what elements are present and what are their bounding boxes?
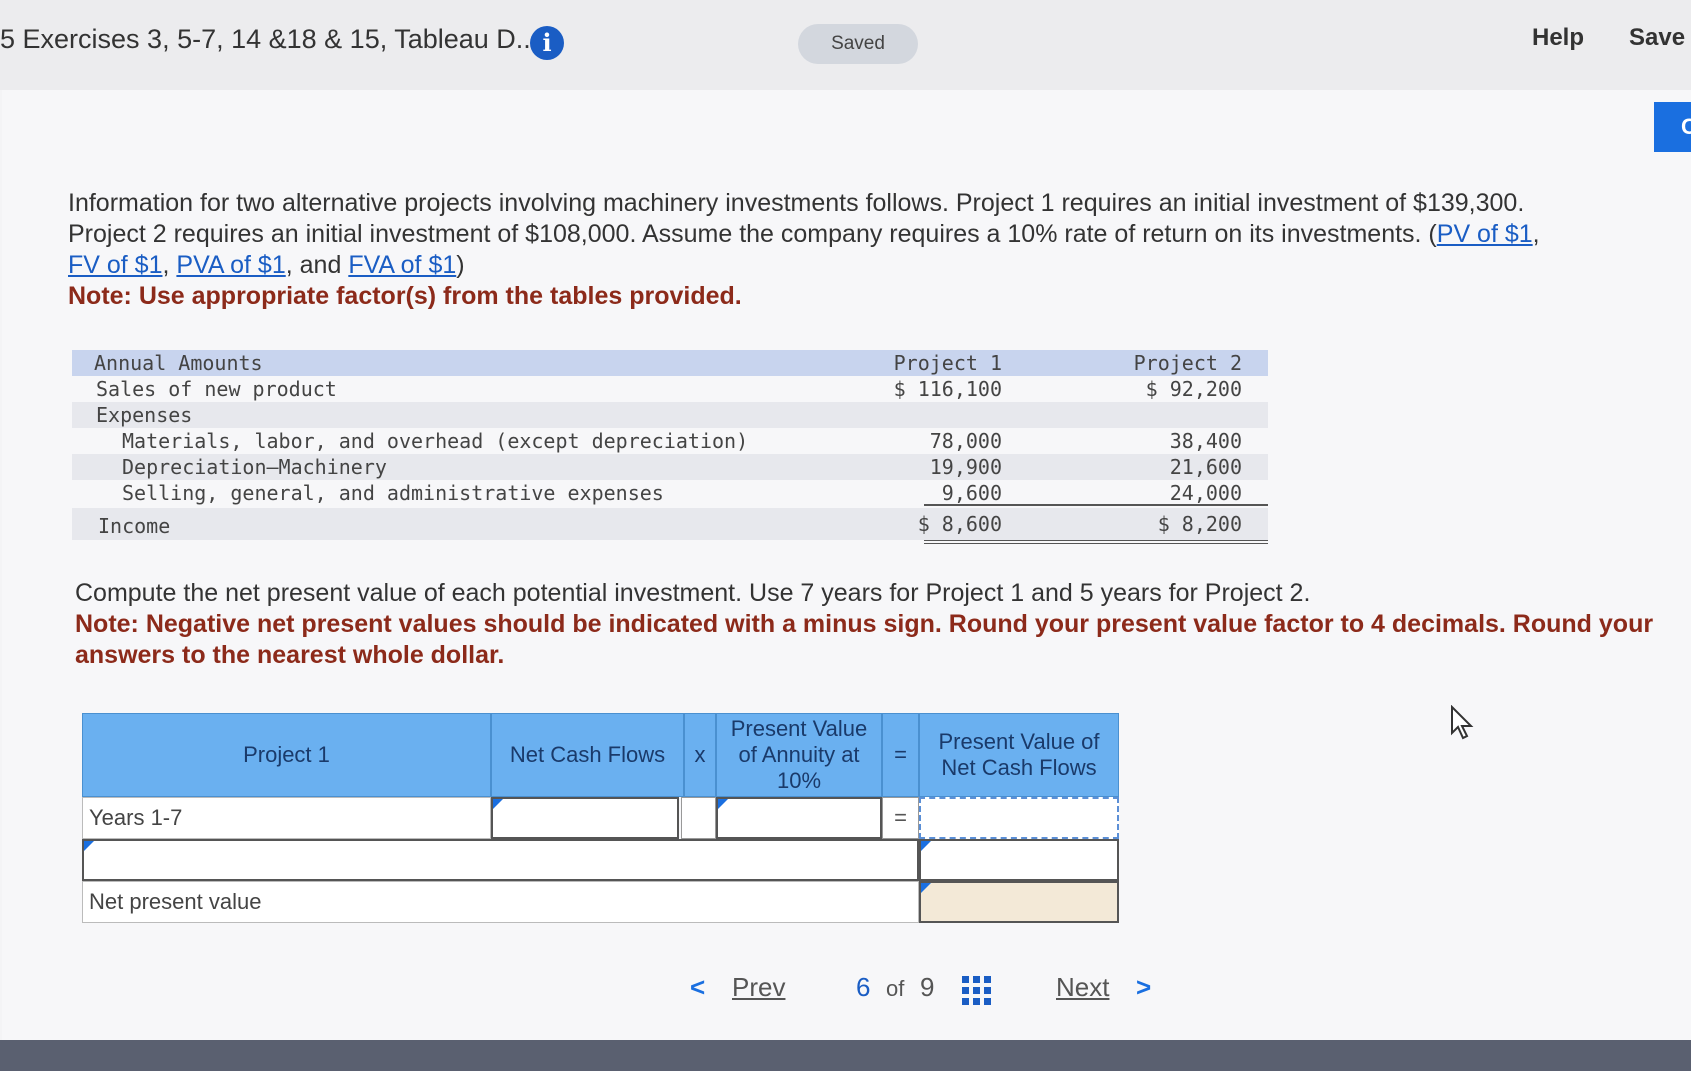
- fva-of-1-link[interactable]: FVA of $1: [348, 251, 456, 279]
- net-present-value-label: Net present value: [82, 881, 919, 923]
- row-2-value-input[interactable]: [919, 839, 1119, 881]
- intro-text-1: Information for two alternative projects…: [68, 189, 1525, 217]
- project-2-header: Project 2: [1133, 351, 1242, 375]
- blank-cell: [681, 797, 716, 839]
- rounding-note: Note: Negative net present values should…: [75, 610, 1654, 669]
- row-label: Income: [98, 514, 171, 538]
- input-marker: [921, 841, 931, 851]
- table-row: Depreciation—Machinery 19,900 21,600: [72, 454, 1268, 480]
- net-present-value-input[interactable]: [919, 881, 1119, 923]
- project-2-value: $ 8,200: [1157, 512, 1242, 536]
- row-label: Depreciation—Machinery: [122, 455, 387, 479]
- project-1-value: 9,600: [941, 481, 1002, 505]
- years-1-7-label: Years 1-7: [82, 797, 491, 839]
- table-row: Selling, general, and administrative exp…: [72, 480, 1268, 506]
- question-text: Compute the net present value of each po…: [75, 579, 1311, 607]
- input-marker: [493, 799, 503, 809]
- npv-question: Compute the net present value of each po…: [75, 578, 1675, 671]
- fv-of-1-link[interactable]: FV of $1: [68, 251, 163, 279]
- row-label: Sales of new product: [96, 377, 337, 401]
- input-marker: [718, 799, 728, 809]
- row-2-label-input[interactable]: [82, 839, 919, 881]
- separator-text: , and: [285, 251, 349, 279]
- check-my-work-tab[interactable]: C: [1654, 102, 1691, 152]
- total-pages: 9: [920, 972, 935, 1002]
- project-2-value: 21,600: [1169, 455, 1242, 479]
- table-row: Income $ 8,600 $ 8,200: [72, 508, 1268, 540]
- separator-text: ): [456, 251, 465, 279]
- project-1-header: Project 1: [893, 351, 1002, 375]
- project-1-value: 78,000: [929, 429, 1002, 453]
- total-double-rule: [924, 540, 1268, 544]
- project-2-value: $ 92,200: [1145, 377, 1242, 401]
- table-row: Materials, labor, and overhead (except d…: [72, 428, 1268, 454]
- project-1-header-cell: Project 1: [82, 713, 491, 797]
- table-row: Sales of new product $ 116,100 $ 92,200: [72, 376, 1268, 402]
- project-2-value: 38,400: [1169, 429, 1242, 453]
- prev-button[interactable]: Prev: [732, 972, 785, 1003]
- net-cash-flows-input[interactable]: [491, 797, 679, 839]
- save-button[interactable]: Save: [1629, 24, 1685, 52]
- input-marker: [921, 883, 931, 893]
- pv-of-1-link[interactable]: PV of $1: [1437, 220, 1533, 248]
- chevron-left-icon[interactable]: <: [690, 972, 705, 1003]
- row-label: Expenses: [96, 403, 193, 427]
- net-cash-flows-header: Net Cash Flows: [491, 713, 684, 797]
- info-icon[interactable]: i: [530, 26, 564, 60]
- input-marker: [84, 841, 94, 851]
- assignment-title: 5 Exercises 3, 5-7, 14 &18 & 15, Tableau…: [0, 24, 539, 54]
- pv-net-cash-flows-output[interactable]: [919, 797, 1119, 839]
- intro-text-2: Project 2 requires an initial investment…: [68, 220, 1437, 248]
- project-1-value: $ 8,600: [917, 512, 1002, 536]
- equals-symbol: =: [882, 713, 919, 797]
- top-bar: 5 Exercises 3, 5-7, 14 &18 & 15, Tableau…: [0, 0, 1691, 90]
- factor-note: Note: Use appropriate factor(s) from the…: [68, 282, 742, 310]
- separator-text: ,: [162, 251, 177, 279]
- project-2-value: 24,000: [1169, 481, 1242, 505]
- annual-amounts-header: Annual Amounts: [94, 351, 263, 375]
- annual-amounts-table: Annual Amounts Project 1 Project 2 Sales…: [72, 350, 1268, 540]
- grid-icon[interactable]: [962, 976, 992, 1006]
- pva-of-1-link[interactable]: PVA of $1: [176, 251, 285, 279]
- table-row: Expenses: [72, 402, 1268, 428]
- project-1-value: 19,900: [929, 455, 1002, 479]
- subtotal-rule: [924, 504, 1268, 506]
- separator-text: ,: [1532, 220, 1540, 248]
- chevron-right-icon[interactable]: >: [1136, 972, 1151, 1003]
- problem-intro: Information for two alternative projects…: [68, 188, 1668, 312]
- os-taskbar: [0, 1040, 1691, 1071]
- project-1-value: $ 116,100: [893, 377, 1002, 401]
- saved-status-badge: Saved: [798, 24, 918, 64]
- pv-annuity-factor-header: Present Value of Annuity at 10%: [716, 713, 882, 797]
- help-button[interactable]: Help: [1532, 24, 1584, 52]
- times-symbol: x: [684, 713, 716, 797]
- current-page: 6: [856, 972, 871, 1002]
- pv-factor-input[interactable]: [716, 797, 882, 839]
- equals-symbol: =: [882, 797, 919, 839]
- next-button[interactable]: Next: [1056, 972, 1109, 1003]
- row-label: Materials, labor, and overhead (except d…: [122, 429, 749, 453]
- of-label: of: [886, 976, 905, 1001]
- table-header-row: Annual Amounts Project 1 Project 2: [72, 350, 1268, 376]
- row-label: Selling, general, and administrative exp…: [122, 481, 664, 505]
- pv-net-cash-flows-header: Present Value of Net Cash Flows: [919, 713, 1119, 797]
- mouse-cursor-icon: [1451, 705, 1474, 740]
